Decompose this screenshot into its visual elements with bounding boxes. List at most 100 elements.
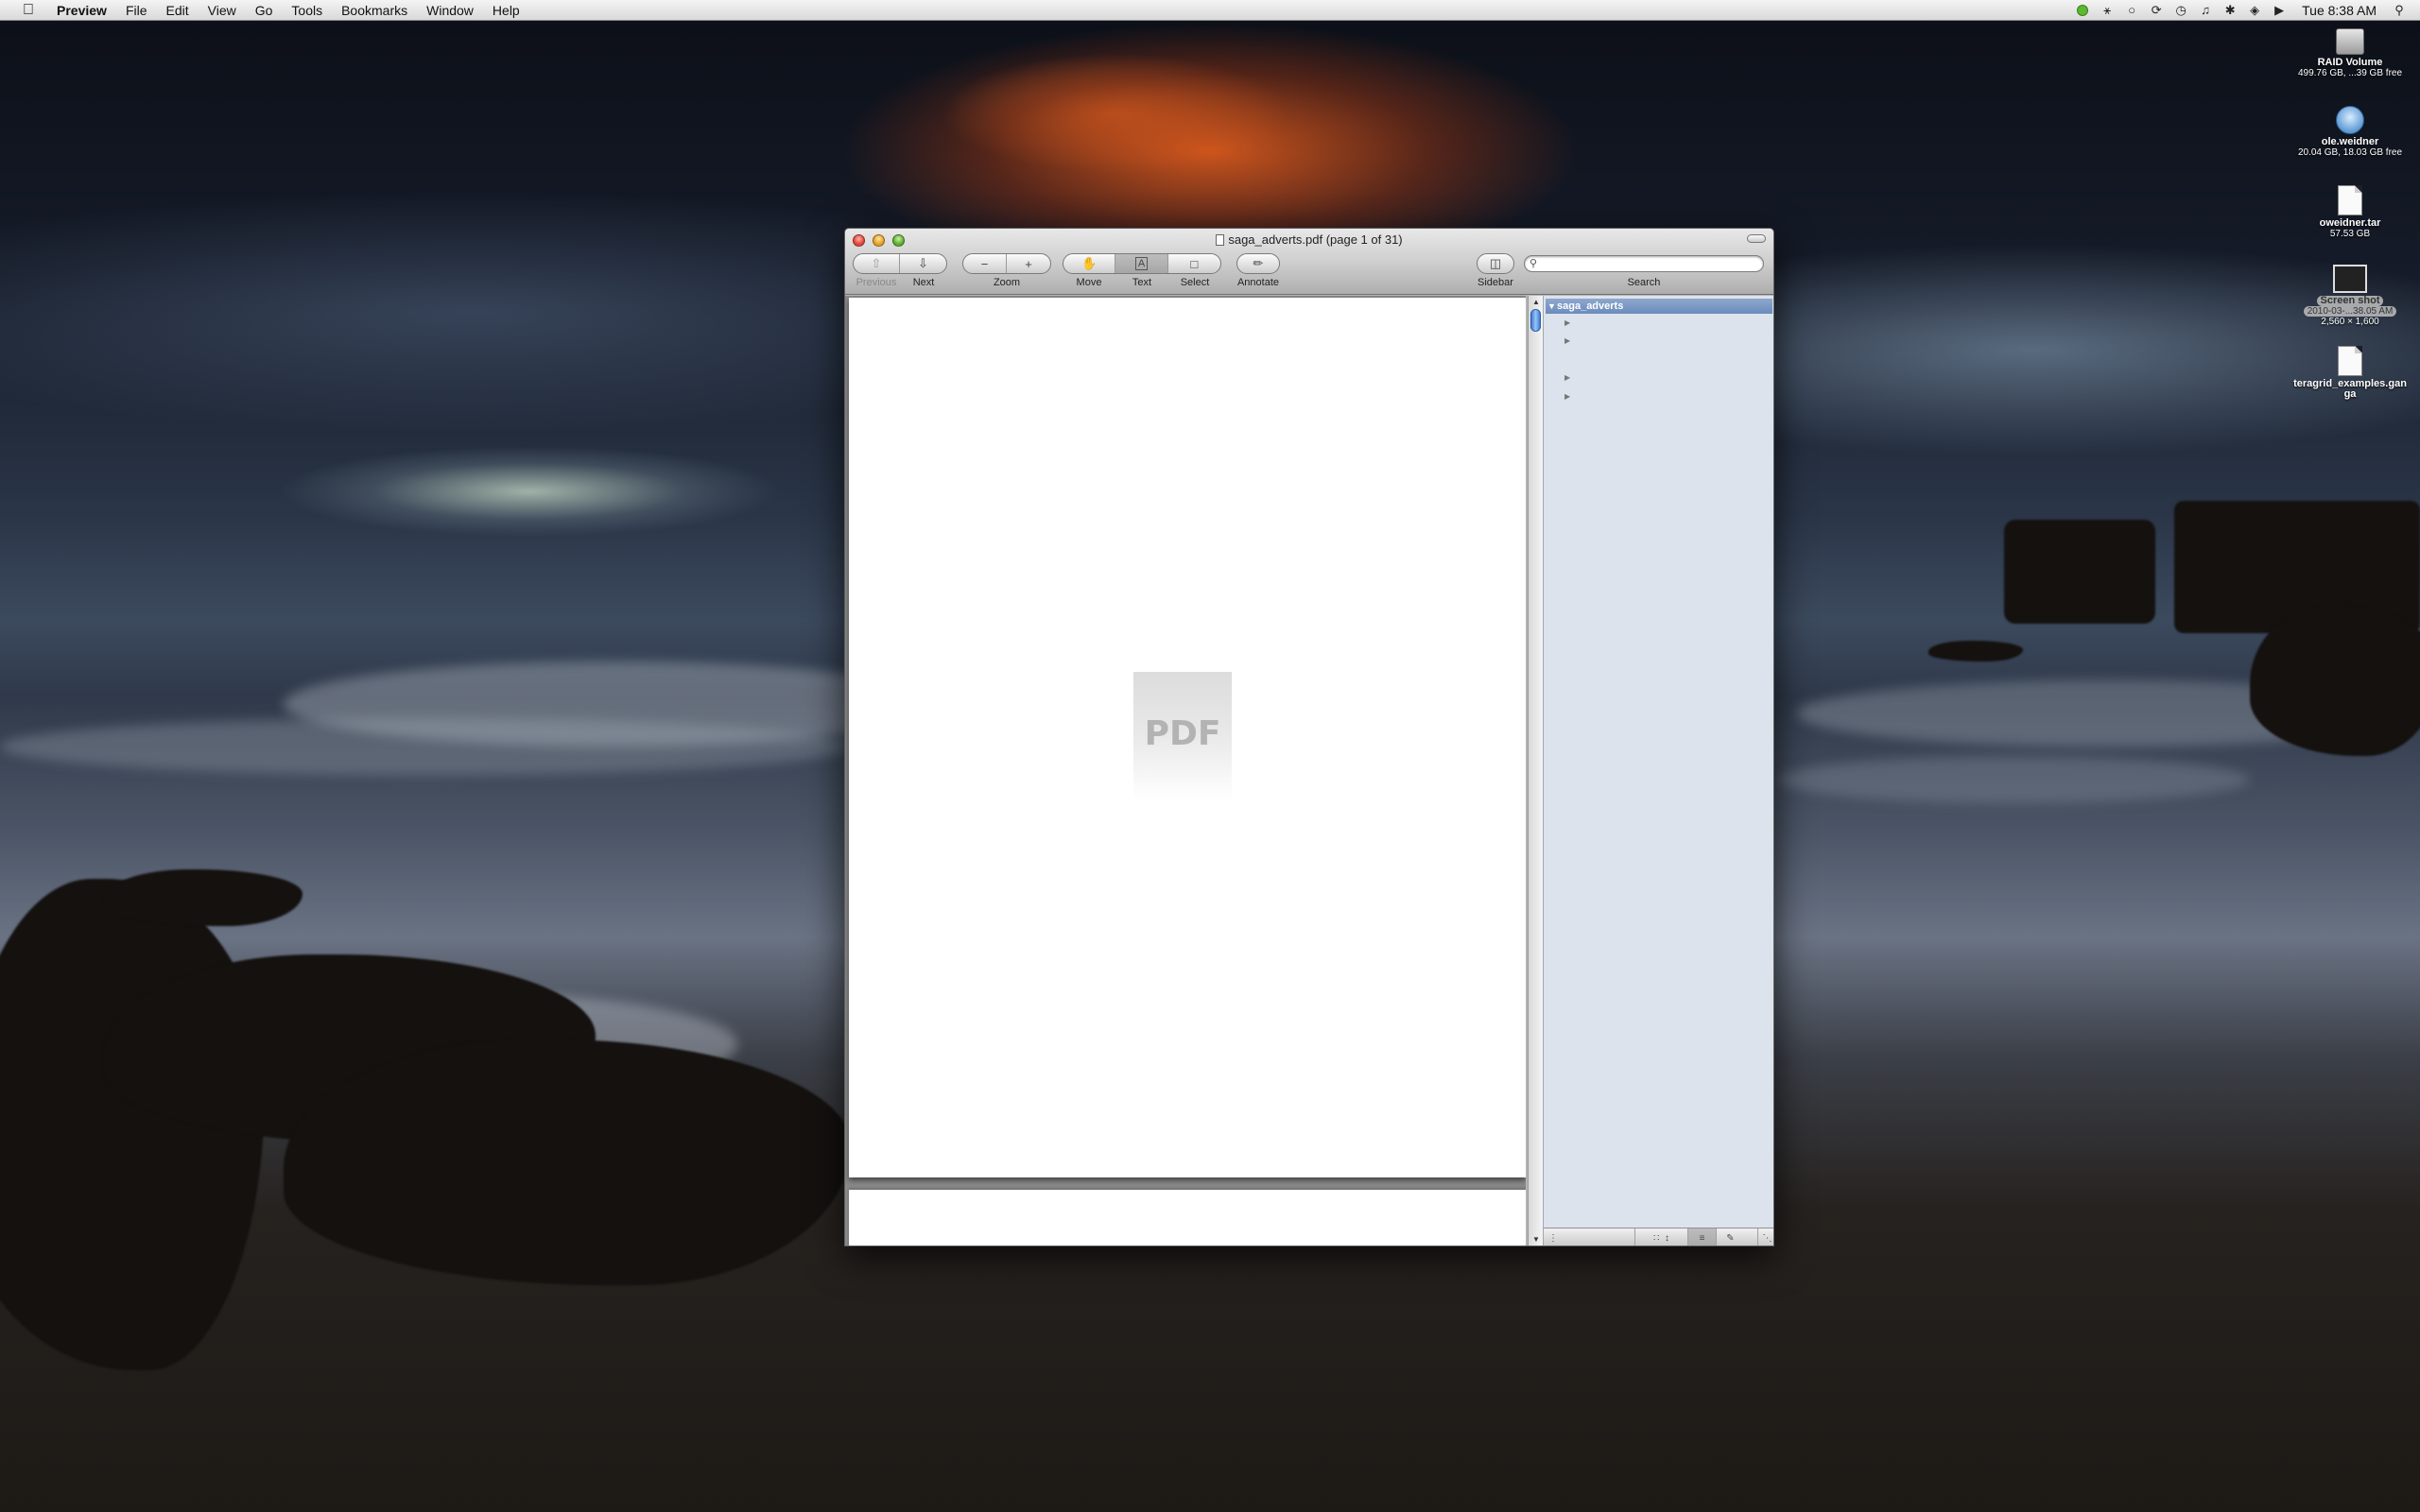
spotlight-search-icon[interactable]: ⚲ bbox=[2392, 3, 2407, 18]
screenshot-icon bbox=[2333, 265, 2367, 293]
status-menus: ⚹ ○ ⟳ ◷ ♫ ✱ ◈ ▶ Tue 8:38 AM ⚲ bbox=[2075, 3, 2420, 18]
disclosure-triangle-open-icon[interactable]: ▼ bbox=[1547, 299, 1556, 314]
disclosure-triangle-icon[interactable]: ▶ bbox=[1564, 370, 1570, 386]
previous-next-control: ⇧ ⇩ bbox=[853, 253, 947, 274]
hard-drive-icon bbox=[2336, 28, 2364, 55]
time-machine-icon[interactable]: ◷ bbox=[2173, 3, 2188, 18]
window-resize-handle-icon[interactable]: ⋱ bbox=[1757, 1228, 1773, 1246]
pdf-placeholder-icon: PDF bbox=[1133, 672, 1232, 800]
list-icon: ≡ bbox=[1699, 1232, 1705, 1244]
search-field[interactable]: ⚲ bbox=[1524, 255, 1764, 272]
wifi-icon[interactable]: ◈ bbox=[2247, 3, 2262, 18]
menu-clock[interactable]: Tue 8:38 AM bbox=[2296, 3, 2382, 18]
zoom-in-button[interactable]: + bbox=[1007, 254, 1050, 273]
zoom-label: Zoom bbox=[993, 277, 1021, 288]
outline-view-button[interactable]: ≡ bbox=[1687, 1228, 1716, 1246]
annotate-button[interactable]: ✏ bbox=[1237, 254, 1279, 273]
sidebar-control: ◫ bbox=[1477, 253, 1514, 274]
stepper-icon: ↕ bbox=[1664, 1232, 1669, 1244]
annotate-control: ✏ bbox=[1236, 253, 1280, 274]
annotate-label: Annotate bbox=[1236, 277, 1280, 288]
pencil-icon: ✏ bbox=[1253, 256, 1264, 270]
rock bbox=[2004, 520, 2155, 624]
apple-menu-icon[interactable]:  bbox=[19, 2, 38, 18]
outline-item[interactable]: ▶ bbox=[1546, 334, 1772, 349]
text-label: Text bbox=[1132, 277, 1152, 288]
hand-icon: ✋ bbox=[1081, 256, 1098, 270]
desktop-icon-raid-volume[interactable]: RAID Volume 499.76 GB, ...39 GB free bbox=[2289, 28, 2411, 78]
menu-window[interactable]: Window bbox=[417, 0, 483, 21]
next-button[interactable]: ⇩ bbox=[900, 254, 946, 273]
menu-go[interactable]: Go bbox=[246, 0, 283, 21]
menu-view[interactable]: View bbox=[199, 0, 246, 21]
zoom-out-button[interactable]: − bbox=[963, 254, 1008, 273]
rock bbox=[2250, 605, 2420, 756]
text-cursor-icon: A bbox=[1134, 257, 1149, 270]
window-title: saga_adverts.pdf (page 1 of 31) bbox=[845, 232, 1773, 247]
outline-root-item[interactable]: ▼ saga_adverts bbox=[1546, 299, 1772, 314]
document-view[interactable]: PDF bbox=[845, 296, 1526, 1246]
scroll-down-arrow-icon[interactable]: ▼ bbox=[1531, 1235, 1541, 1245]
menu-edit[interactable]: Edit bbox=[157, 0, 199, 21]
move-tool-button[interactable]: ✋ bbox=[1063, 254, 1116, 273]
annotation-view-button[interactable]: ✎ bbox=[1716, 1228, 1744, 1246]
vertical-scrollbar[interactable]: ▲ ▼ bbox=[1528, 296, 1543, 1246]
status-green-icon[interactable] bbox=[2075, 3, 2090, 18]
resize-grip-icon[interactable]: ⋮ bbox=[1544, 1228, 1563, 1246]
pdf-document-icon bbox=[1216, 234, 1225, 246]
lock-icon[interactable]: ⚹ bbox=[2100, 3, 2115, 18]
preview-window: saga_adverts.pdf (page 1 of 31) ⇧ ⇩ Prev… bbox=[844, 228, 1774, 1246]
desktop-icon-network-volume[interactable]: ole.weidner 20.04 GB, 18.03 GB free bbox=[2289, 106, 2411, 158]
pencil-icon: ✎ bbox=[1726, 1232, 1735, 1244]
desktop-icon-screen-shot[interactable]: Screen shot 2010-03-...38.05 AM 2,560 × … bbox=[2289, 265, 2411, 327]
menu-bookmarks[interactable]: Bookmarks bbox=[332, 0, 417, 21]
sidebar-icon: ◫ bbox=[1489, 256, 1502, 270]
sidebar-button[interactable]: ◫ bbox=[1478, 254, 1513, 273]
disclosure-triangle-icon[interactable]: ▶ bbox=[1564, 389, 1570, 404]
arrow-up-icon: ⇧ bbox=[871, 256, 882, 270]
plus-icon: + bbox=[1025, 256, 1032, 271]
chat-bubble-icon[interactable]: ○ bbox=[2124, 3, 2139, 18]
menu-tools[interactable]: Tools bbox=[282, 0, 332, 21]
outline-item[interactable]: ▶ bbox=[1546, 370, 1772, 386]
move-label: Move bbox=[1076, 277, 1102, 288]
next-label: Next bbox=[912, 277, 935, 288]
menu-app-preview[interactable]: Preview bbox=[47, 0, 116, 21]
outline-item[interactable]: ▶ bbox=[1546, 389, 1772, 404]
sidebar-bottom-bar: ⋮ ∷ ↕ ≡ ✎ ⋱ bbox=[1544, 1228, 1773, 1246]
document-icon bbox=[2338, 185, 2362, 215]
rock bbox=[104, 869, 302, 926]
scroll-up-arrow-icon[interactable]: ▲ bbox=[1531, 298, 1541, 307]
bluetooth-icon[interactable]: ✱ bbox=[2222, 3, 2238, 18]
thumbnail-size-control[interactable]: ∷ ↕ bbox=[1634, 1228, 1687, 1246]
arrow-down-icon: ⇩ bbox=[918, 256, 928, 270]
network-volume-icon bbox=[2336, 106, 2364, 134]
zoom-control: − + bbox=[962, 253, 1051, 274]
document-icon bbox=[2338, 346, 2362, 376]
pdf-page[interactable] bbox=[849, 1190, 1526, 1246]
rock bbox=[284, 1040, 851, 1285]
desktop-icon-teragrid-examples[interactable]: teragrid_examples.gan ga bbox=[2289, 346, 2411, 400]
desktop-icon-oweidner-tar[interactable]: oweidner.tar 57.53 GB bbox=[2289, 185, 2411, 239]
tool-mode-control: ✋ A □ bbox=[1063, 253, 1221, 274]
menu-bar:  Preview File Edit View Go Tools Bookma… bbox=[0, 0, 2420, 21]
disclosure-triangle-icon[interactable]: ▶ bbox=[1564, 334, 1570, 349]
search-icon: ⚲ bbox=[1530, 258, 1538, 269]
menu-file[interactable]: File bbox=[116, 0, 157, 21]
volume-icon[interactable]: ♫ bbox=[2198, 3, 2213, 18]
sync-icon[interactable]: ⟳ bbox=[2149, 3, 2164, 18]
pdf-page[interactable]: PDF bbox=[849, 298, 1526, 1177]
window-titlebar[interactable]: saga_adverts.pdf (page 1 of 31) ⇧ ⇩ Prev… bbox=[845, 229, 1773, 295]
scroll-thumb[interactable] bbox=[1530, 309, 1541, 332]
text-tool-button[interactable]: A bbox=[1115, 254, 1168, 273]
previous-button[interactable]: ⇧ bbox=[854, 254, 901, 273]
previous-label: Previous bbox=[856, 277, 897, 288]
speaker-icon[interactable]: ▶ bbox=[2272, 3, 2287, 18]
select-tool-button[interactable]: □ bbox=[1168, 254, 1220, 273]
rock bbox=[1928, 641, 2023, 662]
outline-item[interactable]: ▶ bbox=[1546, 316, 1772, 331]
disclosure-triangle-icon[interactable]: ▶ bbox=[1564, 316, 1570, 331]
outline-sidebar: ▼ saga_adverts ▶ ▶ ▶ ▶ ⋮ ∷ ↕ ≡ ✎ ⋱ bbox=[1543, 296, 1773, 1246]
menu-help[interactable]: Help bbox=[483, 0, 529, 21]
marquee-select-icon: □ bbox=[1190, 256, 1199, 271]
